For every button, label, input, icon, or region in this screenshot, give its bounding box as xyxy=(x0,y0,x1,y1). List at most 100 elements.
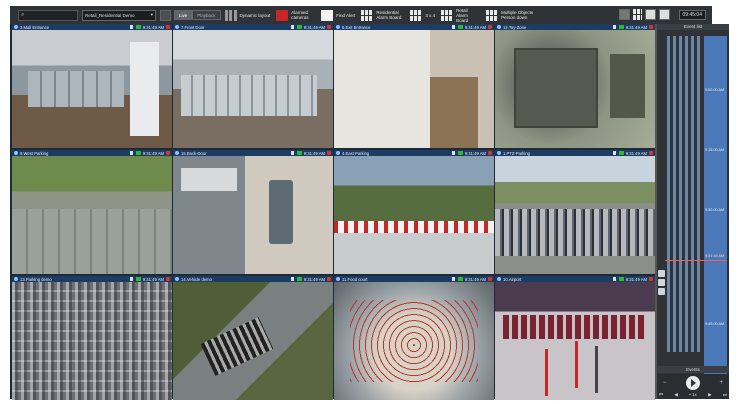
camera-feed[interactable] xyxy=(334,282,494,400)
camera-settings-icon[interactable] xyxy=(175,151,179,155)
download-icon[interactable] xyxy=(290,151,294,155)
camera-feed[interactable] xyxy=(495,30,655,148)
download-icon[interactable] xyxy=(290,277,294,281)
camera-tile[interactable]: 7.Front Door 9:31:49 AM xyxy=(173,24,333,148)
camera-tree-icon[interactable] xyxy=(618,9,630,20)
camera-feed[interactable] xyxy=(173,30,333,148)
download-icon[interactable] xyxy=(451,277,455,281)
dynamic-layout-button[interactable]: Dynamic layout xyxy=(224,6,270,24)
residential-alarm-board-button[interactable]: Residential Alarm Board xyxy=(361,6,404,24)
close-icon[interactable] xyxy=(649,277,653,281)
alarmed-cameras-button[interactable]: Alarmed cameras xyxy=(276,6,315,24)
skip-back-button[interactable]: ⏮ xyxy=(659,392,663,398)
camera-settings-icon[interactable] xyxy=(175,25,179,29)
camera-settings-icon[interactable] xyxy=(14,151,18,155)
download-icon[interactable] xyxy=(451,151,455,155)
pause-icon[interactable] xyxy=(618,25,624,29)
close-icon[interactable] xyxy=(166,25,170,29)
camera-tile[interactable]: 12.Toy-Zone 9:31:49 AM xyxy=(495,24,655,148)
timeline[interactable]: 9:00:00 AM 9:15:00 AM 9:30:00 AM 9:31:49… xyxy=(657,32,729,382)
skip-forward-button[interactable]: ⏭ xyxy=(723,392,727,398)
download-icon[interactable] xyxy=(612,25,616,29)
fullscreen-icon[interactable] xyxy=(658,9,670,20)
find-alert-button[interactable]: Find Alert xyxy=(321,6,355,24)
camera-tile[interactable]: 11.Food court 9:31:49 AM xyxy=(334,276,494,400)
search-box[interactable]: ⌕ xyxy=(18,9,78,21)
multiple-objects-button[interactable]: Multiple Objects Person down xyxy=(486,6,537,24)
camera-settings-icon[interactable] xyxy=(497,277,501,281)
marker-icon[interactable] xyxy=(658,288,665,295)
speed-down-icon[interactable]: − xyxy=(663,380,667,386)
camera-feed[interactable] xyxy=(12,282,172,400)
close-icon[interactable] xyxy=(166,151,170,155)
camera-feed[interactable] xyxy=(495,282,655,400)
pause-icon[interactable] xyxy=(296,25,302,29)
close-icon[interactable] xyxy=(327,151,331,155)
step-back-button[interactable]: ◀ xyxy=(674,392,677,398)
close-icon[interactable] xyxy=(649,151,653,155)
camera-tile[interactable]: 9.West Parking 9:31:49 AM xyxy=(12,150,172,274)
download-icon[interactable] xyxy=(451,25,455,29)
pause-icon[interactable] xyxy=(457,151,463,155)
pause-icon[interactable] xyxy=(457,25,463,29)
camera-settings-icon[interactable] xyxy=(497,151,501,155)
playback-mode-button[interactable]: Playback xyxy=(192,10,221,20)
zoom-out-icon[interactable] xyxy=(658,279,665,286)
camera-tile[interactable]: 1.PTZ-Parking 9:31:49 AM xyxy=(495,150,655,274)
pause-icon[interactable] xyxy=(135,25,141,29)
download-icon[interactable] xyxy=(129,151,133,155)
camera-feed[interactable] xyxy=(12,30,172,148)
camera-settings-icon[interactable] xyxy=(175,277,179,281)
close-icon[interactable] xyxy=(488,277,492,281)
camera-tile[interactable]: 14.Vehicle demo 9:31:49 AM xyxy=(173,276,333,400)
pause-icon[interactable] xyxy=(457,277,463,281)
grid-layout-button[interactable]: 3 x 4 xyxy=(410,6,435,24)
download-icon[interactable] xyxy=(129,25,133,29)
pause-icon[interactable] xyxy=(296,277,302,281)
camera-settings-icon[interactable] xyxy=(14,277,18,281)
speed-up-icon[interactable]: + xyxy=(719,380,723,386)
camera-settings-icon[interactable] xyxy=(336,277,340,281)
camera-tile[interactable]: 3.Mall Entrance 9:31:49 AM xyxy=(12,24,172,148)
close-icon[interactable] xyxy=(649,25,653,29)
step-forward-button[interactable]: ▶ xyxy=(708,392,711,398)
download-icon[interactable] xyxy=(129,277,133,281)
download-icon[interactable] xyxy=(612,277,616,281)
download-icon[interactable] xyxy=(290,25,294,29)
camera-tile[interactable]: 8.Exit Entrance 9:31:49 AM xyxy=(334,24,494,148)
timeline-cursor[interactable] xyxy=(665,260,727,261)
site-select[interactable]: Retail_Residential Demo ▾ xyxy=(82,9,156,21)
camera-settings-icon[interactable] xyxy=(336,151,340,155)
zoom-in-icon[interactable] xyxy=(658,270,665,277)
camera-tile[interactable]: 13.Parking demo 9:31:49 AM xyxy=(12,276,172,400)
camera-settings-icon[interactable] xyxy=(336,25,340,29)
speed-label[interactable]: • 1x xyxy=(689,392,697,398)
camera-tile[interactable]: 10.Airport 9:31:49 AM xyxy=(495,276,655,400)
layout-grid-icon[interactable] xyxy=(632,9,642,20)
close-icon[interactable] xyxy=(488,151,492,155)
pause-icon[interactable] xyxy=(618,151,624,155)
retail-alarm-board-button[interactable]: Retail Alarm Board xyxy=(441,6,480,24)
camera-settings-icon[interactable] xyxy=(497,25,501,29)
camera-feed[interactable] xyxy=(495,156,655,274)
site-settings-button[interactable] xyxy=(160,9,171,21)
event-list-header[interactable]: Event list xyxy=(657,24,729,30)
camera-feed[interactable] xyxy=(334,30,494,148)
download-icon[interactable] xyxy=(612,151,616,155)
pause-icon[interactable] xyxy=(296,151,302,155)
pause-icon[interactable] xyxy=(135,277,141,281)
close-icon[interactable] xyxy=(166,277,170,281)
pause-icon[interactable] xyxy=(135,151,141,155)
camera-settings-icon[interactable] xyxy=(14,25,18,29)
events-toggle[interactable]: Events xyxy=(657,366,729,373)
single-view-icon[interactable] xyxy=(644,9,656,20)
close-icon[interactable] xyxy=(488,25,492,29)
close-icon[interactable] xyxy=(327,277,331,281)
close-icon[interactable] xyxy=(327,25,331,29)
live-mode-button[interactable]: Live xyxy=(174,10,193,20)
camera-tile[interactable]: 4.East Parking 9:31:49 AM xyxy=(334,150,494,274)
pause-icon[interactable] xyxy=(618,277,624,281)
camera-feed[interactable] xyxy=(12,156,172,274)
camera-feed[interactable] xyxy=(334,156,494,274)
camera-tile[interactable]: 15.Back-Door 9:31:49 AM xyxy=(173,150,333,274)
